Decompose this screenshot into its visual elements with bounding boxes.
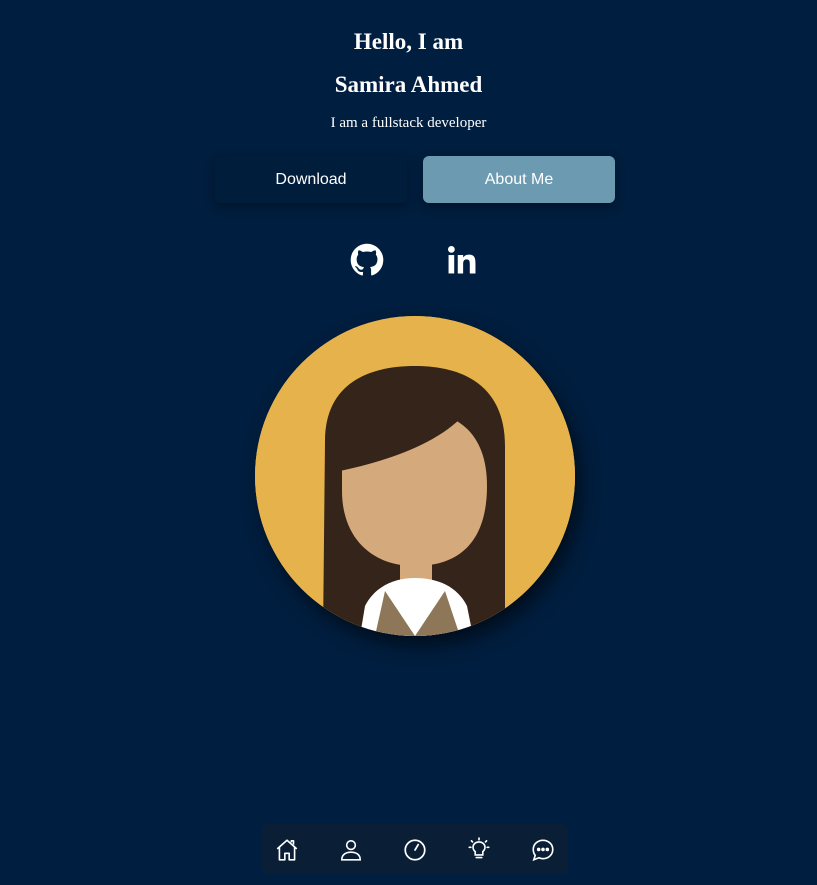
nav-home[interactable]	[273, 836, 301, 864]
progress-icon	[404, 839, 426, 861]
about-me-button[interactable]: About Me	[423, 156, 615, 203]
lightbulb-icon	[468, 837, 490, 859]
nav-services[interactable]	[465, 836, 493, 864]
avatar-illustration	[255, 316, 575, 636]
chat-icon	[532, 839, 554, 862]
home-icon	[276, 839, 298, 861]
nav-skills[interactable]	[401, 836, 429, 864]
linkedin-icon	[447, 245, 476, 274]
github-icon	[350, 243, 384, 276]
user-icon	[340, 839, 362, 861]
profile-avatar	[255, 316, 575, 636]
download-button[interactable]: Download	[215, 156, 407, 203]
name-heading: Samira Ahmed	[334, 72, 483, 97]
nav-contact[interactable]	[529, 836, 557, 864]
linkedin-link[interactable]	[443, 241, 481, 279]
github-link[interactable]	[348, 241, 386, 279]
role-text: I am a fullstack developer	[330, 115, 487, 131]
nav-about[interactable]	[337, 836, 365, 864]
greeting-heading: Hello, I am	[353, 29, 464, 54]
bottom-navbar	[262, 824, 568, 874]
